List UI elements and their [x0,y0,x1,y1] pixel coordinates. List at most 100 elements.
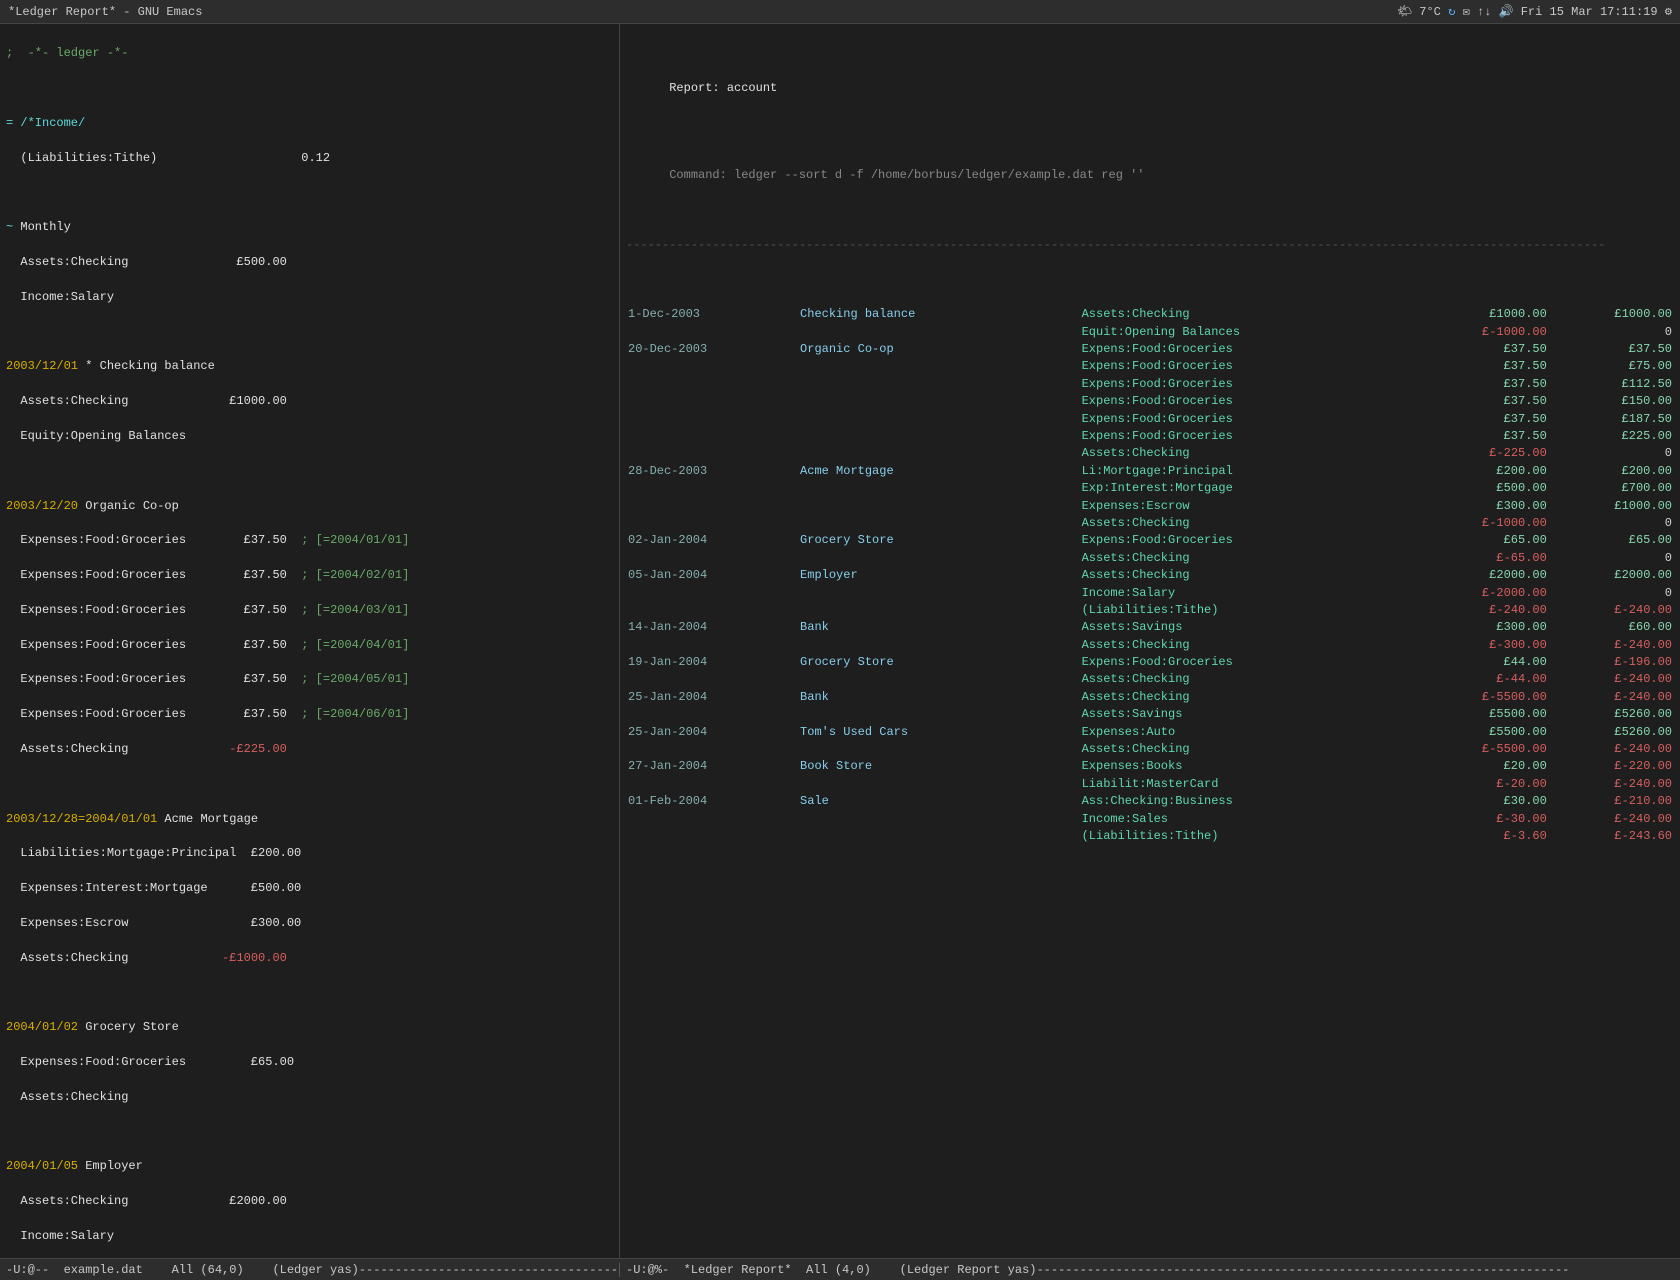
cell-running: £-240.00 [1549,637,1674,654]
cell-running: £-240.00 [1549,671,1674,688]
settings-icon[interactable]: ⚙ [1665,5,1672,19]
cell-date: 14-Jan-2004 [626,619,798,636]
cell-amount: £-1000.00 [1424,515,1549,532]
cell-date [626,358,798,375]
cell-desc [798,671,1080,688]
cell-running: £-196.00 [1549,654,1674,671]
table-row: 14-Jan-2004 Bank Assets:Savings £300.00 … [626,619,1674,636]
table-row: Expenses:Escrow £300.00 £1000.00 [626,498,1674,515]
table-row: 19-Jan-2004 Grocery Store Expens:Food:Gr… [626,654,1674,671]
table-row: Expens:Food:Groceries £37.50 £187.50 [626,411,1674,428]
cell-account: (Liabilities:Tithe) [1080,602,1424,619]
table-row: 02-Jan-2004 Grocery Store Expens:Food:Gr… [626,532,1674,549]
cell-desc [798,358,1080,375]
cell-account: Equit:Opening Balances [1080,324,1424,341]
command-line: Command: ledger --sort d -f /home/borbus… [669,168,1144,182]
right-pane: Report: account Command: ledger --sort d… [620,24,1680,1258]
cell-date [626,411,798,428]
cell-amount: £37.50 [1424,393,1549,410]
account-line: Expenses:Food:Groceries £37.50 ; [=2004/… [6,707,409,721]
cell-desc [798,637,1080,654]
datetime: Fri 15 Mar 17:11:19 [1521,5,1658,19]
cell-date: 01-Feb-2004 [626,793,798,810]
cell-desc: Grocery Store [798,532,1080,549]
cell-account: Income:Sales [1080,811,1424,828]
table-row: Expens:Food:Groceries £37.50 £225.00 [626,428,1674,445]
account-line: Assets:Checking [6,1090,128,1104]
cell-desc: Bank [798,689,1080,706]
tx-date: 2003/12/28=2004/01/01 [6,812,157,826]
cell-amount: £300.00 [1424,498,1549,515]
cell-desc [798,480,1080,497]
cell-date [626,741,798,758]
cell-account: Li:Mortgage:Principal [1080,463,1424,480]
cell-date [626,828,798,845]
cell-amount: £44.00 [1424,654,1549,671]
cell-desc [798,602,1080,619]
cell-date: 19-Jan-2004 [626,654,798,671]
account-line: (Liabilities:Tithe) 0.12 [6,151,330,165]
cell-date [626,776,798,793]
cell-desc [798,515,1080,532]
cell-amount: £-5500.00 [1424,689,1549,706]
mail-icon: ✉ [1463,5,1470,19]
cell-date [626,324,798,341]
left-pane[interactable]: ; -*- ledger -*- = /*Income/ (Liabilitie… [0,24,620,1258]
cell-date [626,550,798,567]
cell-running: 0 [1549,550,1674,567]
cell-date [626,498,798,515]
cell-amount: £2000.00 [1424,567,1549,584]
cell-desc: Sale [798,793,1080,810]
cell-amount: £200.00 [1424,463,1549,480]
status-right: -U:@%- *Ledger Report* All (4,0) (Ledger… [620,1263,1680,1277]
cell-desc [798,550,1080,567]
cell-date: 28-Dec-2003 [626,463,798,480]
table-row: Exp:Interest:Mortgage £500.00 £700.00 [626,480,1674,497]
cell-account: Assets:Savings [1080,706,1424,723]
cell-account: Expens:Food:Groceries [1080,654,1424,671]
cell-running: £5260.00 [1549,724,1674,741]
cell-account: Exp:Interest:Mortgage [1080,480,1424,497]
tx-date: 2004/01/02 [6,1020,78,1034]
cell-running: £-240.00 [1549,602,1674,619]
titlebar: *Ledger Report* - GNU Emacs 🌤 7°C ↻ ✉ ↑↓… [0,0,1680,24]
cell-date [626,480,798,497]
cell-desc [798,585,1080,602]
report-command: Command: ledger --sort d -f /home/borbus… [626,150,1674,202]
table-row: Assets:Savings £5500.00 £5260.00 [626,706,1674,723]
cell-date [626,671,798,688]
account-line: Expenses:Food:Groceries £37.50 ; [=2004/… [6,603,409,617]
cell-account: Expenses:Escrow [1080,498,1424,515]
cell-date [626,602,798,619]
cell-running: £-240.00 [1549,811,1674,828]
separator: ----------------------------------------… [626,237,1674,254]
window-title: *Ledger Report* - GNU Emacs [8,5,202,19]
cell-amount: £37.50 [1424,341,1549,358]
table-row: Income:Sales £-30.00 £-240.00 [626,811,1674,828]
report-label: Report: account [669,81,777,95]
cell-date: 25-Jan-2004 [626,724,798,741]
status-left-text: -U:@-- example.dat All (64,0) (Ledger ya… [6,1263,620,1277]
account-line: Income:Salary [6,290,114,304]
cell-amount: £-2000.00 [1424,585,1549,602]
cell-desc: Acme Mortgage [798,463,1080,480]
cell-amount: £5500.00 [1424,724,1549,741]
cell-amount: £20.00 [1424,758,1549,775]
cell-amount: £-20.00 [1424,776,1549,793]
table-row: Liabilit:MasterCard £-20.00 £-240.00 [626,776,1674,793]
cell-account: Ass:Checking:Business [1080,793,1424,810]
cell-amount: £-1000.00 [1424,324,1549,341]
periodic-heading: ~ Monthly [6,220,71,234]
account-line: Expenses:Food:Groceries £37.50 ; [=2004/… [6,568,409,582]
status-right-text: -U:@%- *Ledger Report* All (4,0) (Ledger… [626,1263,1569,1277]
shebang-line: ; -*- ledger -*- [6,46,128,60]
cell-running: £-210.00 [1549,793,1674,810]
account-line: Assets:Checking -£225.00 [6,742,287,756]
account-line: Expenses:Escrow £300.00 [6,916,301,930]
reload-icon[interactable]: ↻ [1448,5,1455,19]
cell-date [626,445,798,462]
cell-running: £1000.00 [1549,498,1674,515]
cell-running: £2000.00 [1549,567,1674,584]
table-row: Expens:Food:Groceries £37.50 £112.50 [626,376,1674,393]
cell-running: £5260.00 [1549,706,1674,723]
